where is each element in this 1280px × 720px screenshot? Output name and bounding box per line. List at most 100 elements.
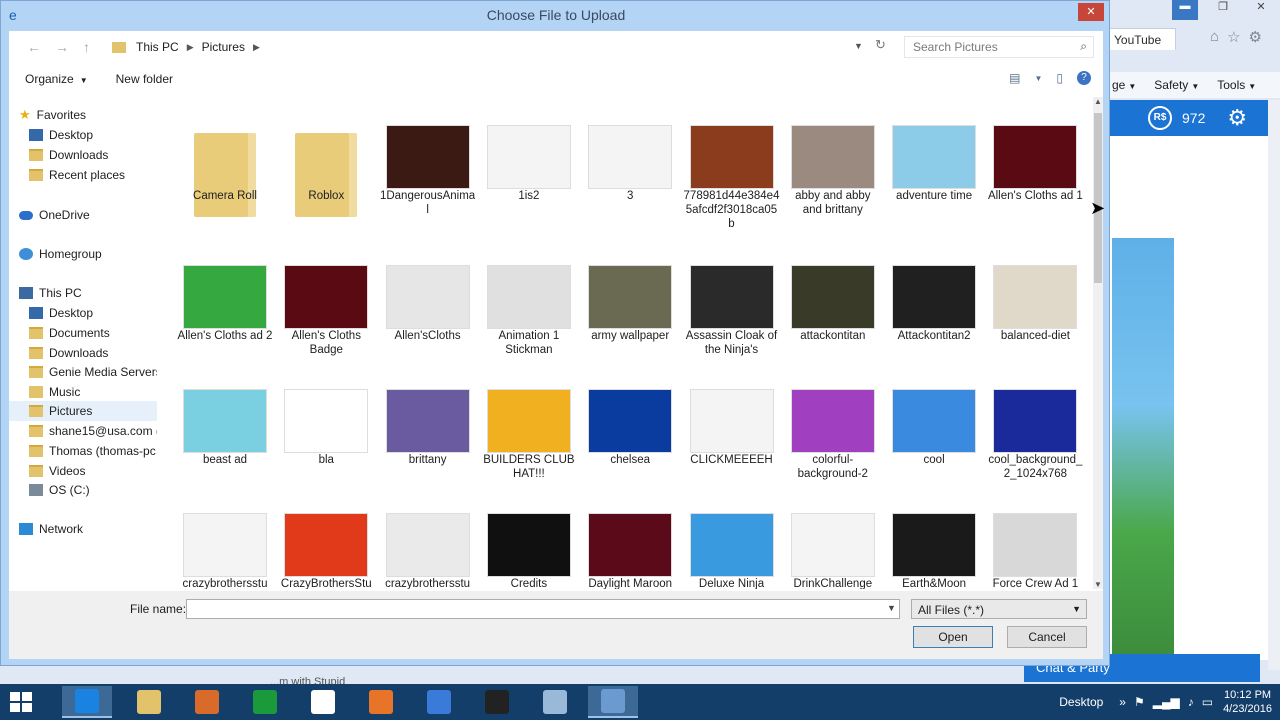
- file-item[interactable]: Attackontitan2: [886, 237, 982, 367]
- nav-item-os-c[interactable]: OS (C:): [9, 480, 157, 500]
- file-list-scrollbar[interactable]: ▲ ▼: [1093, 97, 1103, 589]
- nav-item-this-pc[interactable]: This PC: [9, 283, 157, 303]
- file-item[interactable]: brittany: [380, 361, 476, 491]
- nav-item-homegroup[interactable]: Homegroup: [9, 244, 157, 264]
- file-item[interactable]: BUILDERS CLUB HAT!!!: [481, 361, 577, 491]
- battery-icon[interactable]: ▭: [1202, 695, 1213, 709]
- scroll-up-icon[interactable]: ▲: [1093, 97, 1103, 106]
- file-item[interactable]: crazybrothersstu: [380, 485, 476, 589]
- chevron-up-icon[interactable]: »: [1119, 695, 1126, 709]
- breadcrumb-pictures[interactable]: Pictures: [202, 40, 245, 54]
- minimize-icon[interactable]: ▬: [1172, 0, 1198, 20]
- scroll-down-icon[interactable]: ▼: [1093, 580, 1103, 589]
- file-item[interactable]: army wallpaper: [582, 237, 678, 367]
- taskbar-app-7[interactable]: [414, 686, 464, 718]
- address-bar[interactable]: This PC ▶ Pictures ▶: [109, 36, 899, 58]
- file-item[interactable]: abby and abby and brittany: [785, 97, 881, 227]
- search-icon[interactable]: ⌕: [1080, 39, 1087, 54]
- file-item[interactable]: cool: [886, 361, 982, 491]
- refresh-icon[interactable]: ↻: [875, 37, 886, 53]
- desktop-toolbar-label[interactable]: Desktop: [1059, 695, 1103, 709]
- file-item[interactable]: chelsea: [582, 361, 678, 491]
- file-item[interactable]: adventure time: [886, 97, 982, 227]
- nav-item-recent-places[interactable]: Recent places: [9, 165, 157, 185]
- file-item[interactable]: 1is2: [481, 97, 577, 227]
- file-item[interactable]: Allen'sCloths: [380, 237, 476, 367]
- nav-item-network[interactable]: Network: [9, 519, 157, 539]
- page-menu[interactable]: ge ▼: [1112, 78, 1136, 92]
- favorites-star-icon[interactable]: ☆: [1227, 28, 1240, 46]
- file-item[interactable]: attackontitan: [785, 237, 881, 367]
- browser-tab-youtube[interactable]: YouTube: [1108, 28, 1176, 50]
- folder-item[interactable]: Roblox: [278, 97, 374, 227]
- file-item[interactable]: CLICKMEEEEH: [684, 361, 780, 491]
- file-item[interactable]: Allen's Cloths ad 1: [987, 97, 1083, 227]
- file-item[interactable]: Credits: [481, 485, 577, 589]
- close-icon[interactable]: ✕: [1248, 0, 1274, 20]
- file-name-input[interactable]: [186, 599, 900, 619]
- nav-item-pictures[interactable]: Pictures: [9, 401, 157, 421]
- breadcrumb-this-pc[interactable]: This PC: [136, 40, 179, 54]
- nav-item-desktop[interactable]: Desktop: [9, 303, 157, 323]
- file-item[interactable]: Deluxe Ninja: [684, 485, 780, 589]
- nav-item-downloads[interactable]: Downloads: [9, 145, 157, 165]
- address-dropdown-icon[interactable]: ▼: [854, 41, 863, 51]
- close-icon[interactable]: ✕: [1078, 3, 1104, 21]
- file-item[interactable]: DrinkChallenge: [785, 485, 881, 589]
- help-icon[interactable]: ?: [1077, 71, 1091, 85]
- change-view-icon[interactable]: ▤: [1009, 71, 1020, 85]
- file-item[interactable]: bla: [278, 361, 374, 491]
- file-type-select[interactable]: All Files (*.*) ▼: [911, 599, 1087, 619]
- taskbar-app-6[interactable]: [356, 686, 406, 718]
- back-arrow-icon[interactable]: ←: [27, 39, 55, 55]
- nav-item-favorites[interactable]: ★ Favorites: [9, 105, 157, 125]
- file-item[interactable]: 778981d44e384e45afcdf2f3018ca05b: [684, 97, 780, 230]
- file-item[interactable]: Allen's Cloths Badge: [278, 237, 374, 367]
- file-item[interactable]: crazybrothersstu: [177, 485, 273, 589]
- taskbar-app-3[interactable]: [182, 686, 232, 718]
- file-item[interactable]: Daylight Maroon: [582, 485, 678, 589]
- up-arrow-icon[interactable]: ↑: [83, 39, 104, 55]
- folder-item[interactable]: Camera Roll: [177, 97, 273, 227]
- nav-item-genie-media-servers[interactable]: Genie Media Servers: [9, 362, 157, 382]
- nav-item-shane15-usa-com[interactable]: shane15@usa.com (: [9, 421, 157, 441]
- taskbar-file-explorer[interactable]: [124, 686, 174, 718]
- file-item[interactable]: balanced-diet: [987, 237, 1083, 367]
- nav-item-music[interactable]: Music: [9, 382, 157, 402]
- file-item[interactable]: Earth&Moon: [886, 485, 982, 589]
- taskbar-store[interactable]: [240, 686, 290, 718]
- file-item[interactable]: Force Crew Ad 1: [987, 485, 1083, 589]
- taskbar-internet-explorer[interactable]: [62, 686, 112, 718]
- cancel-button[interactable]: Cancel: [1007, 626, 1087, 648]
- nav-item-desktop[interactable]: Desktop: [9, 125, 157, 145]
- nav-item-thomas-thomas-pc[interactable]: Thomas (thomas-pc: [9, 441, 157, 461]
- taskbar-paint[interactable]: [588, 686, 638, 718]
- nav-item-downloads[interactable]: Downloads: [9, 343, 157, 363]
- clock[interactable]: 10:12 PM 4/23/2016: [1223, 688, 1272, 716]
- taskbar-amazon[interactable]: [298, 686, 348, 718]
- nav-item-documents[interactable]: Documents: [9, 323, 157, 343]
- chevron-right-icon[interactable]: ▶: [187, 42, 194, 53]
- open-button[interactable]: Open: [913, 626, 993, 648]
- safety-menu[interactable]: Safety ▼: [1154, 78, 1199, 92]
- settings-gear-icon[interactable]: ⚙: [1227, 105, 1247, 131]
- volume-icon[interactable]: ♪: [1188, 695, 1194, 709]
- taskbar-app-8[interactable]: [472, 686, 522, 718]
- file-item[interactable]: Allen's Cloths ad 2: [177, 237, 273, 367]
- gear-icon[interactable]: ⚙: [1249, 28, 1262, 46]
- view-dropdown-icon[interactable]: ▼: [1034, 74, 1042, 83]
- search-input[interactable]: Search Pictures ⌕: [904, 36, 1094, 58]
- file-item[interactable]: 1DangerousAnimal: [380, 97, 476, 227]
- tools-menu[interactable]: Tools ▼: [1217, 78, 1256, 92]
- file-item[interactable]: cool_background_2_1024x768: [987, 361, 1083, 491]
- file-item[interactable]: beast ad: [177, 361, 273, 491]
- file-item[interactable]: CrazyBrothersStu: [278, 485, 374, 589]
- nav-item-onedrive[interactable]: OneDrive: [9, 205, 157, 225]
- chevron-right-icon[interactable]: ▶: [253, 42, 260, 53]
- new-folder-button[interactable]: New folder: [116, 72, 173, 86]
- browser-scrollbar[interactable]: [1268, 100, 1280, 670]
- network-signal-icon[interactable]: ▂▄▆: [1153, 695, 1180, 709]
- start-button[interactable]: [10, 692, 34, 714]
- forward-arrow-icon[interactable]: →: [55, 39, 83, 55]
- restore-icon[interactable]: ❐: [1210, 0, 1236, 20]
